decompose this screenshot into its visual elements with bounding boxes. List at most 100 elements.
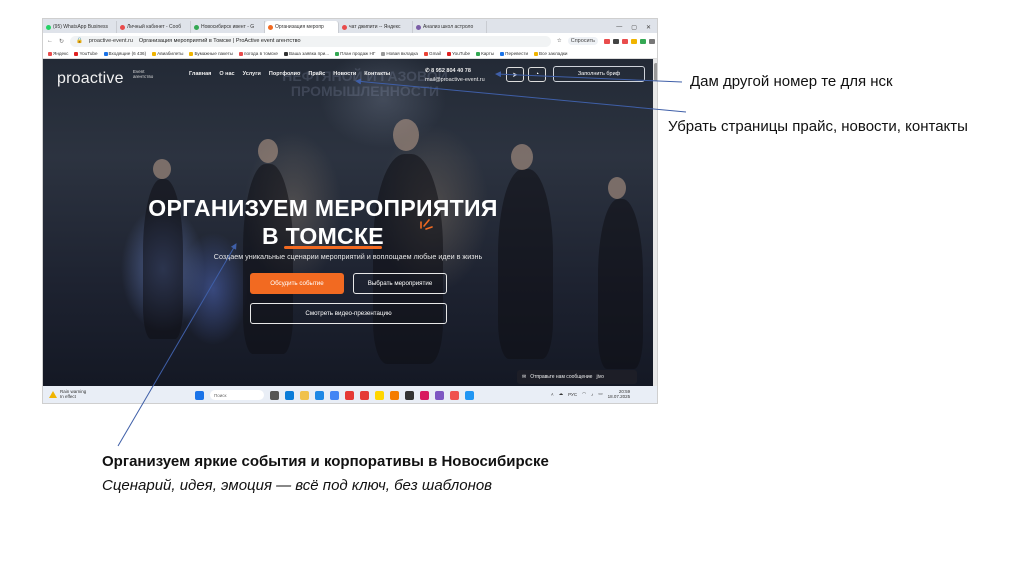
tab-bar: (95) WhatsApp Business Личный кабинет - … [43, 19, 657, 33]
accent-spark-icon [420, 219, 433, 230]
headline-line-1: ОРГАНИЗУЕМ МЕРОПРИЯТИЯ [148, 195, 498, 221]
bookmark[interactable]: Новая вкладка [381, 51, 418, 56]
explorer-icon[interactable] [300, 390, 309, 400]
bookmark[interactable]: Входящие (6 436) [103, 51, 146, 56]
email-link[interactable]: mail@proactive-event.ru [425, 76, 485, 85]
page-scrollbar[interactable] [653, 59, 657, 386]
phone-line[interactable]: ✆ 8 952 804 40 78 [425, 67, 485, 76]
app-icon[interactable] [390, 390, 399, 400]
watch-video-button[interactable]: Смотреть видео-презентацию [250, 303, 447, 324]
app-icon[interactable] [450, 390, 459, 400]
extension-icon[interactable] [631, 38, 637, 44]
profile-icon[interactable] [649, 38, 655, 44]
mail-icon [120, 24, 125, 30]
battery-icon[interactable]: ▭ [598, 391, 602, 397]
nav-price[interactable]: Прайс [308, 71, 325, 77]
minimize-button[interactable]: — [616, 24, 622, 30]
nav-home[interactable]: Главная [189, 71, 211, 77]
cloud-icon[interactable]: ☁ [559, 391, 564, 397]
extension-icon[interactable] [613, 38, 619, 44]
lock-icon: 🔒 [76, 38, 83, 44]
task-view-icon[interactable] [270, 390, 279, 400]
scrollbar-thumb[interactable] [654, 63, 657, 81]
chat-widget-label: Отправьте нам сообщение [530, 374, 593, 380]
whatsapp-icon[interactable]: ◔ [528, 67, 546, 82]
maximize-button[interactable]: ▢ [631, 24, 637, 31]
nav-about[interactable]: О нас [219, 71, 234, 77]
dancer-head [393, 119, 419, 151]
nav-news[interactable]: Новости [333, 71, 356, 77]
headline-line-2: В ТОМСКЕ [262, 223, 384, 249]
bookmark[interactable]: Ваша заявка при... [283, 51, 329, 56]
chrome-icon[interactable] [330, 390, 339, 400]
bookmark[interactable]: Перевести [500, 51, 528, 56]
fill-brief-button[interactable]: Заполнить бриф [553, 66, 645, 82]
language-indicator[interactable]: РУС [568, 392, 577, 397]
bookmark-label: Авиабилеты [157, 51, 184, 56]
volume-icon[interactable]: ♪ [591, 392, 593, 397]
start-icon[interactable] [195, 390, 204, 400]
bookmark[interactable]: Карты [476, 51, 494, 56]
address-field[interactable]: 🔒 proactive-event.ru Организация меропри… [70, 35, 551, 47]
browser-tab[interactable]: Личный кабинет - Сооб [117, 21, 191, 33]
extension-icon[interactable] [622, 38, 628, 44]
tab-label: Новосибирск ивент - G [201, 24, 255, 30]
choose-event-button[interactable]: Выбрать мероприятие [353, 273, 447, 294]
app-icon[interactable] [360, 390, 369, 400]
browser-tab[interactable]: (95) WhatsApp Business [43, 21, 117, 33]
nav-services[interactable]: Услуги [243, 71, 261, 77]
tab-label: (95) WhatsApp Business [53, 24, 109, 30]
taskbar-search[interactable]: Поиск [210, 390, 264, 400]
bookmark-star-icon[interactable]: ☆ [557, 38, 562, 44]
page-title: Организация мероприятий в Томске | ProAc… [138, 38, 301, 44]
extension-icon[interactable] [604, 38, 610, 44]
edge-icon[interactable] [285, 390, 294, 400]
chat-widget-brand: jivo [596, 374, 604, 380]
bookmark[interactable]: Gmail [424, 51, 441, 56]
maps-icon [476, 51, 481, 56]
yandex-icon [342, 24, 347, 30]
discuss-event-button[interactable]: Обсудить событие [250, 273, 344, 294]
back-icon[interactable]: ← [47, 38, 53, 44]
app-icon[interactable] [375, 390, 384, 400]
bookmark[interactable]: Яндекс [48, 51, 68, 56]
site-logo[interactable]: proactive [57, 70, 124, 88]
nav-contacts[interactable]: Контакты [364, 71, 390, 77]
bookmark-label: Яндекс [53, 51, 69, 56]
bookmark-label: YouTube [452, 51, 471, 56]
bookmark[interactable]: YouTube [447, 51, 470, 56]
app-icon[interactable] [465, 390, 474, 400]
store-icon[interactable] [315, 390, 324, 400]
browser-tab-active[interactable]: Организация меропр [265, 21, 339, 33]
bookmark-label: Gmail [429, 51, 441, 56]
window-controls: — ▢ ✕ [616, 21, 657, 33]
reload-icon[interactable]: ↻ [59, 38, 64, 45]
ask-button[interactable]: Спросить [567, 37, 598, 45]
folder-icon [152, 51, 157, 56]
tab-label: Анализ школ астроло [423, 24, 474, 30]
bookmark-label: Новая вкладка [386, 51, 418, 56]
bookmark[interactable]: YouTube [74, 51, 98, 56]
app-icon[interactable] [435, 390, 444, 400]
browser-tab[interactable]: чат джипити -- Яндекс [339, 21, 413, 33]
nav-portfolio[interactable]: Портфолио [269, 71, 301, 77]
chat-widget[interactable]: ✉ Отправьте нам сообщение jivo [517, 370, 637, 384]
yandex-icon[interactable] [345, 390, 354, 400]
clock-date: 18.07.2025 [607, 394, 631, 399]
app-icon[interactable] [420, 390, 429, 400]
telegram-icon[interactable]: ➤ [506, 67, 524, 82]
wifi-icon[interactable]: ◠ [582, 391, 586, 397]
bookmark-all[interactable]: Все закладки [534, 51, 567, 56]
bookmark[interactable]: Авиабилеты [152, 51, 183, 56]
bookmark[interactable]: Бумажные пакеты [189, 51, 233, 56]
close-button[interactable]: ✕ [646, 24, 651, 31]
chevron-up-icon[interactable]: ˄ [551, 392, 554, 397]
extension-icon[interactable] [640, 38, 646, 44]
browser-tab[interactable]: Анализ школ астроло [413, 21, 487, 33]
clock[interactable]: 20:59 18.07.2025 [608, 389, 631, 399]
app-icon[interactable] [405, 390, 414, 400]
browser-tab[interactable]: Новосибирск ивент - G [191, 21, 265, 33]
bookmark[interactable]: погода в томске [238, 51, 278, 56]
weather-widget[interactable]: Rain warning In effect [49, 389, 86, 399]
bookmark[interactable]: План продаж НГ [335, 51, 375, 56]
